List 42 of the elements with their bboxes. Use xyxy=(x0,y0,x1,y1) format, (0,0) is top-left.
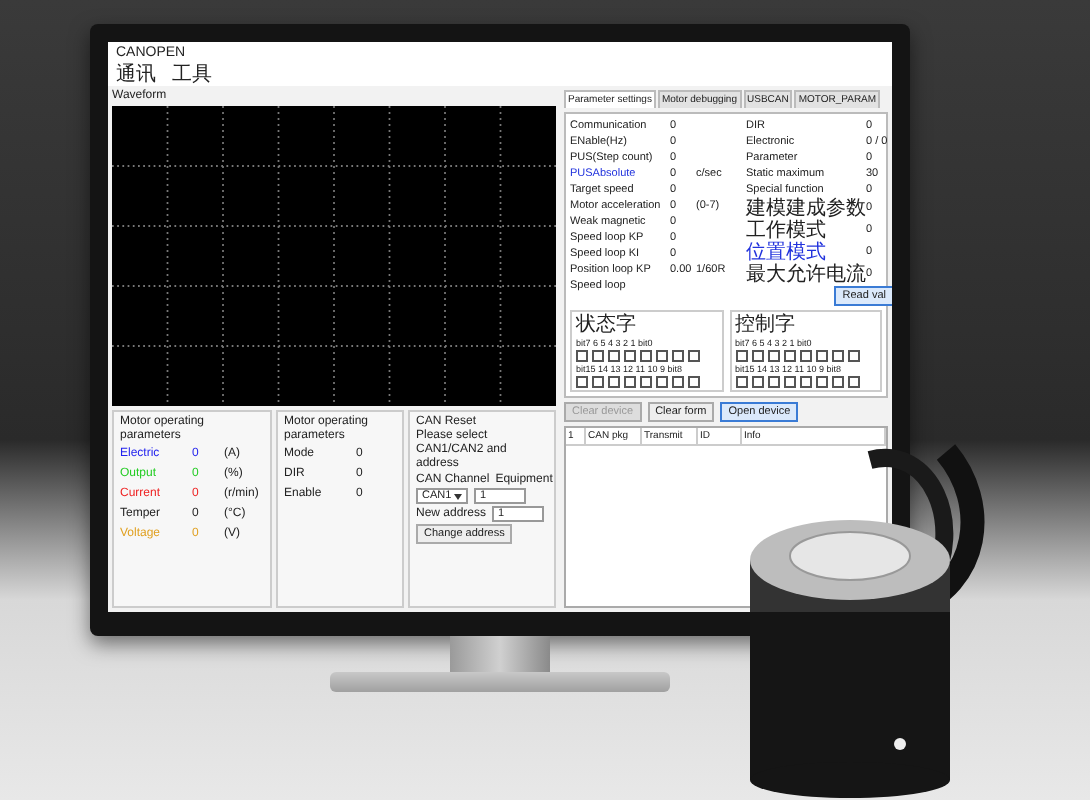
checkbox[interactable] xyxy=(640,350,652,362)
checkbox[interactable] xyxy=(624,350,636,362)
group-title: 状态字 xyxy=(576,314,638,336)
checkbox[interactable] xyxy=(831,350,843,362)
checkbox[interactable] xyxy=(799,376,811,388)
checkbox[interactable] xyxy=(688,350,700,362)
checkbox[interactable] xyxy=(592,376,604,388)
checkbox[interactable] xyxy=(608,376,620,388)
checkbox[interactable] xyxy=(847,350,859,362)
checkbox[interactable] xyxy=(751,376,763,388)
checkbox[interactable] xyxy=(608,350,620,362)
checkbox[interactable] xyxy=(847,376,859,388)
checkbox[interactable] xyxy=(672,376,684,388)
menu-item[interactable]: 通讯 xyxy=(116,64,156,86)
checkbox[interactable] xyxy=(767,350,779,362)
checkbox[interactable] xyxy=(815,350,827,362)
param-label: 工作模式 xyxy=(746,220,828,242)
checkbox[interactable] xyxy=(783,376,795,388)
checkbox[interactable] xyxy=(592,350,604,362)
checkbox[interactable] xyxy=(735,350,747,362)
caret-icon xyxy=(454,493,462,499)
checkbox[interactable] xyxy=(672,350,684,362)
checkbox[interactable] xyxy=(831,376,843,388)
checkbox[interactable] xyxy=(576,376,588,388)
checkbox[interactable] xyxy=(783,350,795,362)
menu-item[interactable]: 工具 xyxy=(172,64,212,86)
checkbox[interactable] xyxy=(640,376,652,388)
checkbox[interactable] xyxy=(735,376,747,388)
checkbox[interactable] xyxy=(688,376,700,388)
group-title: 控制字 xyxy=(735,314,797,336)
checkbox[interactable] xyxy=(656,376,668,388)
checkbox[interactable] xyxy=(576,350,588,362)
param-label: 建模建成参数 xyxy=(746,198,866,220)
param-label: 位置模式 xyxy=(746,242,826,264)
checkbox[interactable] xyxy=(624,376,636,388)
checkbox[interactable] xyxy=(767,376,779,388)
checkbox[interactable] xyxy=(815,376,827,388)
checkbox[interactable] xyxy=(799,350,811,362)
monitor-stand xyxy=(450,636,550,672)
checkbox[interactable] xyxy=(656,350,668,362)
param-label: 最大允许电流 xyxy=(746,264,866,286)
checkbox[interactable] xyxy=(751,350,763,362)
